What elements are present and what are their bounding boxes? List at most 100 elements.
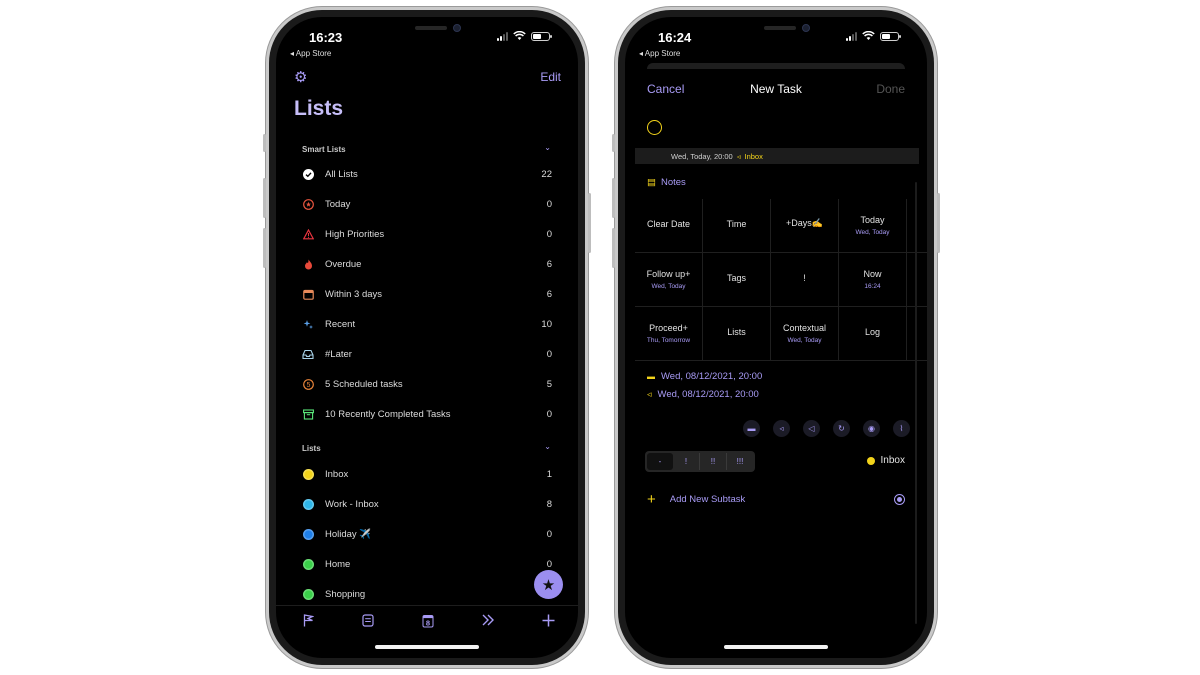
- quick-date-cell[interactable]: Lists: [703, 307, 771, 361]
- task-meta-list: Inbox: [744, 151, 763, 161]
- add-plus-icon[interactable]: [538, 614, 558, 630]
- new-task-screen: 16:24 ◂ App Store Cancel New Task Done W…: [625, 17, 927, 658]
- home-indicator[interactable]: [375, 645, 479, 649]
- quick-date-cell[interactable]: Proceed+ Thu, Tomorrow: [635, 307, 703, 361]
- smart-list-item[interactable]: #Later 0: [302, 345, 552, 363]
- left-phone-frame: 16:23 ◂ App Store ⚙ Edit Lists Smart Lis…: [263, 7, 591, 668]
- wifi-icon: [513, 31, 526, 40]
- list-item[interactable]: Inbox 1: [302, 465, 552, 483]
- edit-button[interactable]: Edit: [540, 70, 561, 84]
- smart-list-item[interactable]: Recent 10: [302, 315, 552, 333]
- due-date-row[interactable]: ▬ Wed, 08/12/2021, 20:00: [647, 371, 762, 382]
- task-meta-when: Wed, Today, 20:00: [671, 151, 733, 161]
- smart-list-label: Within 3 days: [325, 288, 383, 300]
- smart-list-label: Recent: [325, 318, 356, 330]
- calendar-option-icon[interactable]: ▬: [743, 420, 760, 437]
- smart-list-count: 0: [546, 198, 552, 210]
- done-button[interactable]: Done: [876, 82, 905, 96]
- quick-date-label: Follow up+: [646, 269, 691, 279]
- mute-switch: [263, 134, 266, 152]
- list-selector[interactable]: Inbox: [866, 455, 905, 466]
- location-pin-icon[interactable]: ◉: [863, 420, 880, 437]
- scrollbar[interactable]: [915, 182, 917, 624]
- task-complete-checkbox[interactable]: [647, 120, 662, 135]
- quick-date-label: Log: [864, 326, 881, 337]
- smart-list-item[interactable]: Overdue 6: [302, 255, 552, 273]
- smart-list-item[interactable]: Within 3 days 6: [302, 285, 552, 303]
- smart-lists-header: Smart Lists: [302, 145, 346, 154]
- quick-date-cell[interactable]: !: [771, 253, 839, 307]
- priority-option[interactable]: !!: [700, 453, 727, 470]
- flag-icon[interactable]: [298, 614, 318, 630]
- quick-date-label: Time: [726, 218, 747, 229]
- smart-list-item[interactable]: All Lists 22: [302, 165, 552, 183]
- speaker-icon: ◃: [736, 151, 741, 161]
- quick-date-label: Tags: [726, 272, 746, 283]
- task-meta-bar[interactable]: Wed, Today, 20:00 ◃ Inbox: [635, 148, 919, 164]
- list-item[interactable]: Shopping: [302, 585, 552, 603]
- quick-date-label: Today: [860, 215, 885, 225]
- quick-date-cell[interactable]: Tags: [703, 253, 771, 307]
- smart-list-item[interactable]: 5 5 Scheduled tasks 5: [302, 375, 552, 393]
- repeat-icon[interactable]: ↻: [833, 420, 850, 437]
- quick-date-cell[interactable]: Log: [839, 307, 907, 361]
- quick-date-label: Now: [863, 269, 882, 279]
- priority-option[interactable]: !!!: [727, 453, 753, 470]
- notes-icon: ▤: [647, 177, 656, 188]
- smart-list-count: 6: [546, 258, 552, 270]
- collapse-lists-chevron-icon[interactable]: ⌄: [544, 442, 551, 451]
- quick-date-label: Lists: [727, 326, 746, 337]
- priority-segmented-control: - ! !! !!!: [645, 451, 755, 472]
- settings-gear-icon[interactable]: ⚙: [294, 68, 307, 86]
- add-subtask-label: Add New Subtask: [669, 494, 746, 505]
- forward-chevrons-icon[interactable]: [478, 614, 498, 629]
- flame-icon: [302, 258, 314, 270]
- back-to-app-store-link[interactable]: ◂ App Store: [639, 49, 680, 58]
- quick-date-sub: Wed, Today: [855, 229, 890, 236]
- priority-option[interactable]: !: [673, 453, 700, 470]
- alarm-option-icon[interactable]: ◁: [803, 420, 820, 437]
- quick-date-cell[interactable]: [907, 307, 927, 361]
- list-item[interactable]: Work - Inbox 8: [302, 495, 552, 513]
- smart-list-label: Overdue: [325, 258, 362, 270]
- calendar-day-icon[interactable]: 8: [418, 614, 438, 631]
- reminder-row[interactable]: ◃ Wed, 08/12/2021, 20:00: [647, 389, 759, 400]
- quick-date-cell[interactable]: Today Wed, Today: [839, 199, 907, 253]
- power-button: [937, 193, 940, 253]
- notch: [730, 17, 822, 43]
- list-label: Inbox: [325, 468, 349, 480]
- quick-date-cell[interactable]: Follow up+ Wed, Today: [635, 253, 703, 307]
- notes-icon[interactable]: [358, 614, 378, 630]
- add-subtask-button[interactable]: + Add New Subtask: [647, 491, 745, 508]
- smart-list-label: 5 Scheduled tasks: [325, 378, 403, 390]
- list-count: 1: [546, 468, 552, 480]
- paperclip-icon[interactable]: ⌇: [893, 420, 910, 437]
- quick-date-cell[interactable]: Clear Date: [635, 199, 703, 253]
- smart-list-item[interactable]: Today 0: [302, 195, 552, 213]
- quick-date-cell[interactable]: [907, 199, 927, 253]
- smart-list-item[interactable]: High Priorities 0: [302, 225, 552, 243]
- favorite-star-button[interactable]: ★: [534, 570, 563, 599]
- list-count: 0: [546, 558, 552, 570]
- wifi-icon: [862, 31, 875, 40]
- speaker-icon: ◃: [647, 389, 652, 399]
- speaker-option-icon[interactable]: ◃: [773, 420, 790, 437]
- smart-list-item[interactable]: 10 Recently Completed Tasks 0: [302, 405, 552, 423]
- collapse-smart-lists-chevron-icon[interactable]: ⌄: [544, 143, 551, 152]
- quick-date-cell[interactable]: +Days✍️: [771, 199, 839, 253]
- back-to-app-store-link[interactable]: ◂ App Store: [290, 49, 331, 58]
- quick-date-cell[interactable]: [907, 253, 927, 307]
- notes-button[interactable]: ▤ Notes: [647, 177, 686, 188]
- list-color-dot-icon: [302, 468, 314, 480]
- mute-switch: [612, 134, 615, 152]
- home-indicator[interactable]: [724, 645, 828, 649]
- subtask-radio-icon[interactable]: [894, 494, 905, 505]
- page-title: Lists: [294, 97, 344, 120]
- quick-date-cell[interactable]: Contextual Wed, Today: [771, 307, 839, 361]
- list-item[interactable]: Holiday ✈️ 0: [302, 525, 552, 543]
- quick-date-cell[interactable]: Time: [703, 199, 771, 253]
- priority-option[interactable]: -: [647, 453, 673, 470]
- sparkle-icon: [302, 318, 314, 330]
- list-item[interactable]: Home 0: [302, 555, 552, 573]
- quick-date-cell[interactable]: Now 16:24: [839, 253, 907, 307]
